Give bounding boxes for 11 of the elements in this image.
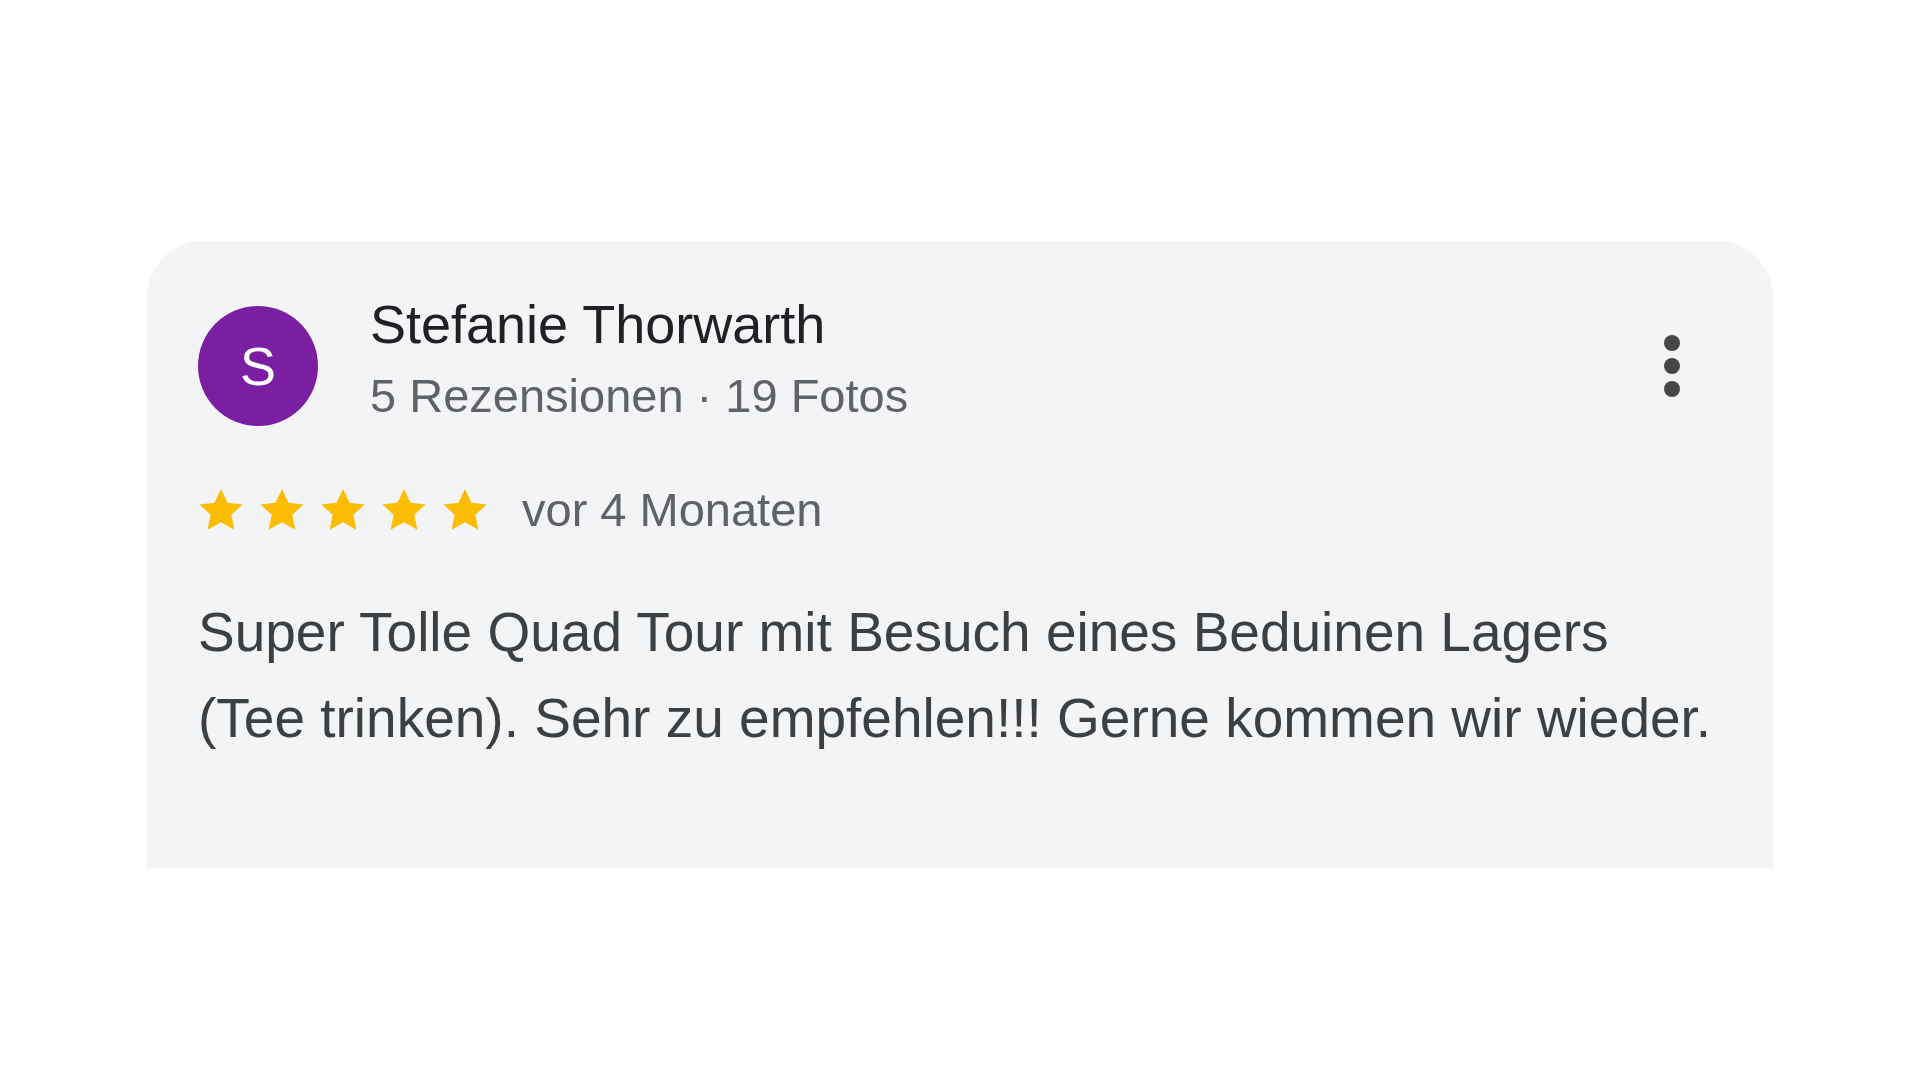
star-icon <box>320 487 366 532</box>
review-time: vor 4 Monaten <box>522 482 823 537</box>
star-icon <box>381 487 427 532</box>
avatar[interactable]: S <box>198 306 318 426</box>
star-icon <box>442 487 488 532</box>
star-icon <box>198 487 244 532</box>
more-options-icon[interactable] <box>1663 334 1681 398</box>
author-name[interactable]: Stefanie Thorwarth <box>370 288 1663 360</box>
review-text: Super Tolle Quad Tour mit Besuch eines Beduinen Lagers (Tee trinken). Sehr zu empfehlen!!! Gerne kommen wir wieder. <box>198 600 1713 751</box>
author-info: 5 Rezensionen · 19 Fotos <box>370 368 910 424</box>
star-icon <box>259 487 305 532</box>
